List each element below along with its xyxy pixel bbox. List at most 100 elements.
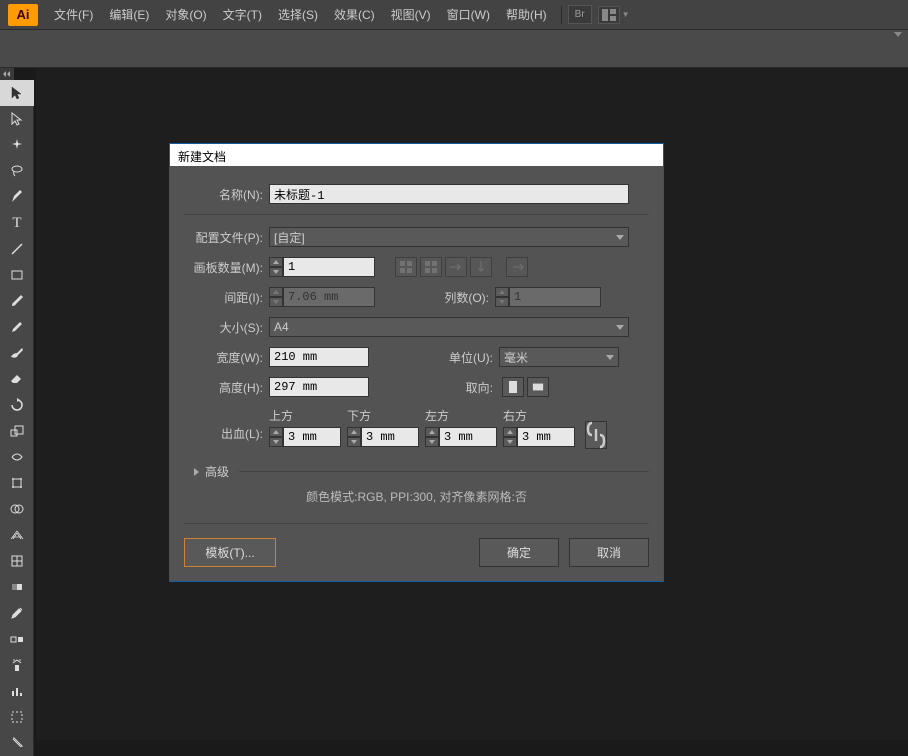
chevron-down-icon <box>606 355 614 360</box>
symbol-sprayer-tool[interactable] <box>0 652 34 678</box>
chevron-down-icon <box>616 235 624 240</box>
eyedropper-tool[interactable] <box>0 600 34 626</box>
orientation-landscape[interactable] <box>527 377 549 397</box>
cols-spinner[interactable] <box>495 287 509 307</box>
menu-help[interactable]: 帮助(H) <box>498 6 555 23</box>
perspective-grid-tool[interactable] <box>0 522 34 548</box>
scale-tool[interactable] <box>0 418 34 444</box>
bleed-bottom-input[interactable] <box>361 427 419 447</box>
menu-window[interactable]: 窗口(W) <box>439 6 498 23</box>
height-label: 高度(H): <box>184 379 269 396</box>
control-bar <box>0 30 908 68</box>
mode-info: 颜色模式:RGB, PPI:300, 对齐像素网格:否 <box>184 488 649 505</box>
advanced-label: 高级 <box>205 463 229 480</box>
link-bleed-icon[interactable] <box>585 421 607 449</box>
cancel-button[interactable]: 取消 <box>569 538 649 567</box>
bleed-bottom-label: 下方 <box>347 407 371 424</box>
menu-effect[interactable]: 效果(C) <box>326 6 383 23</box>
menu-select[interactable]: 选择(S) <box>270 6 326 23</box>
blob-brush-tool[interactable] <box>0 340 34 366</box>
pen-tool[interactable] <box>0 184 34 210</box>
bleed-left-spinner[interactable] <box>425 427 439 447</box>
advanced-toggle[interactable]: 高级 <box>194 463 649 480</box>
menu-object[interactable]: 对象(O) <box>157 6 214 23</box>
bleed-left-label: 左方 <box>425 407 449 424</box>
orientation-portrait[interactable] <box>502 377 524 397</box>
separator <box>561 6 562 24</box>
width-tool[interactable] <box>0 444 34 470</box>
bleed-top-spinner[interactable] <box>269 427 283 447</box>
pencil-tool[interactable] <box>0 314 34 340</box>
cols-input[interactable] <box>509 287 601 307</box>
grid-by-col-icon[interactable] <box>420 257 442 277</box>
artboards-spinner[interactable] <box>269 257 283 277</box>
column-graph-tool[interactable] <box>0 678 34 704</box>
menu-type[interactable]: 文字(T) <box>215 6 270 23</box>
selection-tool[interactable] <box>0 80 34 106</box>
ok-button[interactable]: 确定 <box>479 538 559 567</box>
panel-menu-icon[interactable] <box>894 32 902 37</box>
type-tool[interactable]: T <box>0 210 34 236</box>
direct-selection-tool[interactable] <box>0 106 34 132</box>
width-label: 宽度(W): <box>184 349 269 366</box>
eraser-tool[interactable] <box>0 366 34 392</box>
units-select[interactable]: 毫米 <box>499 347 619 367</box>
new-document-dialog: 新建文档 名称(N): 配置文件(P): [自定] 画板数量(M): <box>169 143 664 582</box>
bleed-left-input[interactable] <box>439 427 497 447</box>
profile-select[interactable]: [自定] <box>269 227 629 247</box>
chevron-down-icon <box>616 325 624 330</box>
rectangle-tool[interactable] <box>0 262 34 288</box>
gradient-tool[interactable] <box>0 574 34 600</box>
name-input[interactable] <box>269 184 629 204</box>
name-label: 名称(N): <box>184 186 269 203</box>
bleed-right-label: 右方 <box>503 407 527 424</box>
tools-panel: T <box>0 80 34 756</box>
bleed-top-label: 上方 <box>269 407 293 424</box>
rotate-tool[interactable] <box>0 392 34 418</box>
cols-label: 列数(O): <box>375 289 495 306</box>
size-value: A4 <box>274 320 289 334</box>
profile-label: 配置文件(P): <box>184 229 269 246</box>
free-transform-tool[interactable] <box>0 470 34 496</box>
height-input[interactable] <box>269 377 369 397</box>
paintbrush-tool[interactable] <box>0 288 34 314</box>
template-button[interactable]: 模板(T)... <box>184 538 276 567</box>
arrange-row-icon[interactable] <box>445 257 467 277</box>
panel-collapse-tab[interactable] <box>0 68 14 80</box>
shape-builder-tool[interactable] <box>0 496 34 522</box>
bleed-top-input[interactable] <box>283 427 341 447</box>
artboard-tool[interactable] <box>0 704 34 730</box>
app-logo: Ai <box>8 4 38 26</box>
bleed-right-spinner[interactable] <box>503 427 517 447</box>
size-select[interactable]: A4 <box>269 317 629 337</box>
grid-by-row-icon[interactable] <box>395 257 417 277</box>
profile-value: [自定] <box>274 229 305 246</box>
menu-file[interactable]: 文件(F) <box>46 6 101 23</box>
arrange-rtl-icon[interactable] <box>506 257 528 277</box>
units-value: 毫米 <box>504 349 528 366</box>
menu-edit[interactable]: 编辑(E) <box>101 6 157 23</box>
orient-label: 取向: <box>369 379 499 396</box>
artboards-input[interactable] <box>283 257 375 277</box>
artboards-label: 画板数量(M): <box>184 259 269 276</box>
bleed-right-input[interactable] <box>517 427 575 447</box>
bleed-bottom-spinner[interactable] <box>347 427 361 447</box>
blend-tool[interactable] <box>0 626 34 652</box>
triangle-right-icon <box>194 468 199 476</box>
spacing-spinner[interactable] <box>269 287 283 307</box>
chevron-down-icon: ▼ <box>622 10 630 19</box>
menubar: Ai 文件(F) 编辑(E) 对象(O) 文字(T) 选择(S) 效果(C) 视… <box>0 0 908 30</box>
line-tool[interactable] <box>0 236 34 262</box>
layout-switcher[interactable] <box>598 6 620 24</box>
menu-view[interactable]: 视图(V) <box>383 6 439 23</box>
units-label: 单位(U): <box>369 349 499 366</box>
width-input[interactable] <box>269 347 369 367</box>
arrange-col-icon[interactable] <box>470 257 492 277</box>
lasso-tool[interactable] <box>0 158 34 184</box>
bridge-button[interactable]: Br <box>568 5 592 24</box>
slice-tool[interactable] <box>0 730 34 756</box>
divider <box>184 523 649 524</box>
magic-wand-tool[interactable] <box>0 132 34 158</box>
spacing-input[interactable] <box>283 287 375 307</box>
mesh-tool[interactable] <box>0 548 34 574</box>
